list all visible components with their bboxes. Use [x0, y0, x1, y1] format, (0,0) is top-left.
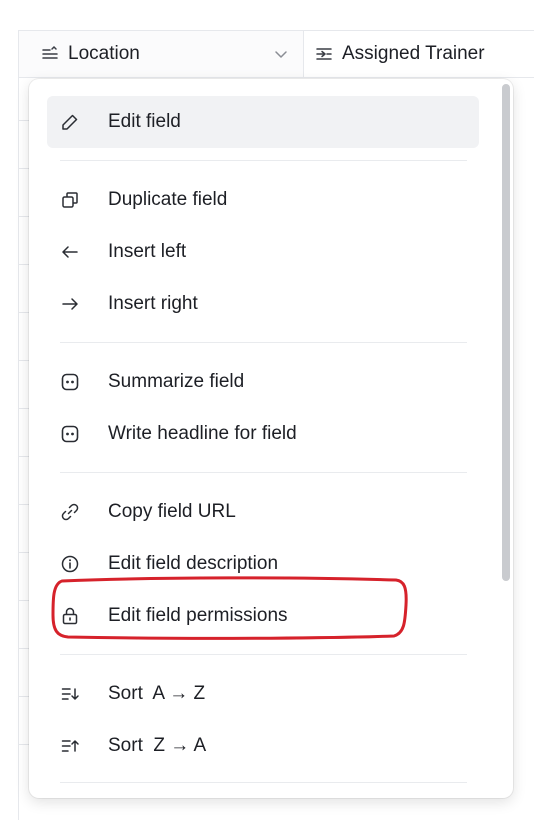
- linked-record-icon: [316, 48, 332, 60]
- menu-divider: [60, 342, 467, 343]
- menu-item-edit-field[interactable]: Edit field: [47, 96, 479, 148]
- menu-item-write-headline[interactable]: Write headline for field: [47, 408, 479, 460]
- header-bottom-border: [18, 77, 534, 78]
- menu-item-insert-right[interactable]: Insert right: [47, 278, 479, 330]
- column-header-bar: Location Assigned Trainer: [0, 0, 534, 78]
- menu-divider: [60, 160, 467, 161]
- menu-item-insert-left[interactable]: Insert left: [47, 226, 479, 278]
- column-header-location[interactable]: Location: [18, 31, 304, 77]
- sort-descending-icon: [59, 735, 81, 757]
- menu-item-label: Summarize field: [108, 371, 245, 392]
- menu-item-edit-field-permissions[interactable]: Edit field permissions: [47, 590, 479, 642]
- menu-item-sort-descending[interactable]: Sort Z → A: [47, 720, 479, 772]
- column-header-assigned-trainer[interactable]: Assigned Trainer: [304, 31, 534, 77]
- ai-icon: [59, 423, 81, 445]
- menu-item-label: Sort A → Z: [108, 683, 206, 704]
- menu-item-label: Insert left: [108, 241, 187, 262]
- field-context-menu: Edit field Duplicate field Insert left I…: [29, 79, 513, 798]
- menu-divider: [60, 472, 467, 473]
- menu-item-label: Duplicate field: [108, 189, 228, 210]
- sort-ascending-icon: [59, 683, 81, 705]
- menu-item-label: Edit field description: [108, 553, 279, 574]
- menu-item-sort-ascending[interactable]: Sort A → Z: [47, 668, 479, 720]
- arrow-left-icon: [59, 241, 81, 263]
- menu-item-label: Sort Z → A: [108, 735, 207, 756]
- link-icon: [59, 501, 81, 523]
- grid-left-border: [18, 30, 19, 820]
- menu-item-duplicate-field[interactable]: Duplicate field: [47, 174, 479, 226]
- menu-item-copy-field-url[interactable]: Copy field URL: [47, 486, 479, 538]
- long-text-icon: [42, 45, 58, 59]
- arrow-right-icon: [59, 293, 81, 315]
- column-header-assigned-trainer-label: Assigned Trainer: [342, 43, 485, 64]
- duplicate-icon: [59, 189, 81, 211]
- menu-divider: [60, 782, 467, 783]
- chevron-down-icon[interactable]: [273, 46, 289, 62]
- menu-item-label: Edit field permissions: [108, 605, 288, 626]
- menu-item-edit-field-description[interactable]: Edit field description: [47, 538, 479, 590]
- menu-item-label: Edit field: [108, 111, 181, 132]
- info-icon: [59, 553, 81, 575]
- lock-icon: [59, 605, 81, 627]
- ai-icon: [59, 371, 81, 393]
- pencil-icon: [59, 111, 81, 133]
- column-header-location-label: Location: [68, 43, 140, 64]
- menu-divider: [60, 654, 467, 655]
- menu-item-label: Write headline for field: [108, 423, 297, 444]
- menu-item-label: Copy field URL: [108, 501, 236, 522]
- menu-item-label: Insert right: [108, 293, 198, 314]
- menu-item-summarize-field[interactable]: Summarize field: [47, 356, 479, 408]
- menu-scrollbar[interactable]: [502, 84, 510, 581]
